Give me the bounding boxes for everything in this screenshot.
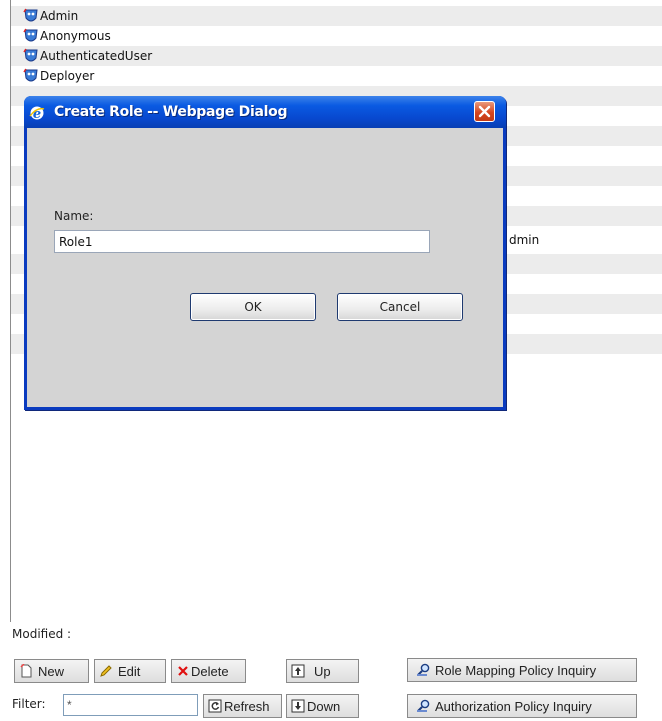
magnifier-icon (416, 699, 430, 713)
ok-button[interactable]: OK (190, 293, 316, 321)
modified-label: Modified : (12, 627, 72, 641)
role-mask-icon (23, 68, 39, 84)
new-document-icon (19, 663, 33, 678)
edit-button-label: Edit (118, 663, 141, 679)
close-button[interactable] (474, 101, 495, 122)
role-item-authenticateduser[interactable]: AuthenticatedUser (23, 46, 152, 66)
role-item-deployer[interactable]: Deployer (23, 66, 94, 86)
edit-button[interactable]: Edit (94, 659, 166, 683)
delete-button-label: Delete (191, 663, 229, 679)
refresh-button[interactable]: Refresh (203, 694, 282, 718)
role-mapping-policy-inquiry-button[interactable]: Role Mapping Policy Inquiry (407, 658, 637, 682)
role-item-anonymous[interactable]: Anonymous (23, 26, 111, 46)
refresh-icon (208, 699, 222, 713)
list-row (11, 6, 662, 26)
name-label: Name: (54, 209, 94, 223)
up-button[interactable]: Up (286, 659, 359, 683)
role-mask-icon (23, 48, 39, 64)
dialog-title: Create Role -- Webpage Dialog (54, 104, 288, 120)
role-item-label-partial: dmin (509, 233, 540, 247)
create-role-dialog: e Create Role -- Webpage Dialog Name: OK… (24, 96, 506, 410)
role-item-label: Deployer (40, 69, 95, 83)
arrow-up-icon (291, 664, 305, 678)
role-mapping-policy-inquiry-label: Role Mapping Policy Inquiry (435, 662, 597, 678)
authorization-policy-inquiry-label: Authorization Policy Inquiry (435, 698, 592, 714)
arrow-down-icon (291, 699, 305, 713)
authorization-policy-inquiry-button[interactable]: Authorization Policy Inquiry (407, 694, 637, 718)
role-item-label: Anonymous (40, 29, 111, 43)
new-button-label: New (38, 663, 65, 679)
up-button-label: Up (314, 663, 331, 679)
role-item-admin[interactable]: Admin (23, 6, 78, 26)
name-input[interactable] (54, 230, 430, 253)
delete-x-icon (176, 664, 190, 678)
cancel-button[interactable]: Cancel (337, 293, 463, 321)
refresh-button-label: Refresh (224, 698, 270, 714)
filter-input[interactable] (63, 694, 198, 716)
role-item-label: Admin (40, 9, 79, 23)
role-mask-icon (23, 8, 39, 24)
dialog-titlebar[interactable]: e Create Role -- Webpage Dialog (24, 96, 506, 128)
filter-label: Filter: (12, 697, 46, 711)
dialog-body: Name: OK Cancel (27, 128, 503, 407)
new-button[interactable]: New (14, 659, 89, 683)
role-mask-icon (23, 28, 39, 44)
delete-button[interactable]: Delete (171, 659, 246, 683)
role-item-label: AuthenticatedUser (40, 49, 153, 63)
pencil-icon (99, 664, 113, 678)
magnifier-icon (416, 663, 430, 677)
internet-explorer-icon: e (29, 105, 45, 122)
down-button[interactable]: Down (286, 694, 359, 718)
down-button-label: Down (307, 698, 341, 714)
